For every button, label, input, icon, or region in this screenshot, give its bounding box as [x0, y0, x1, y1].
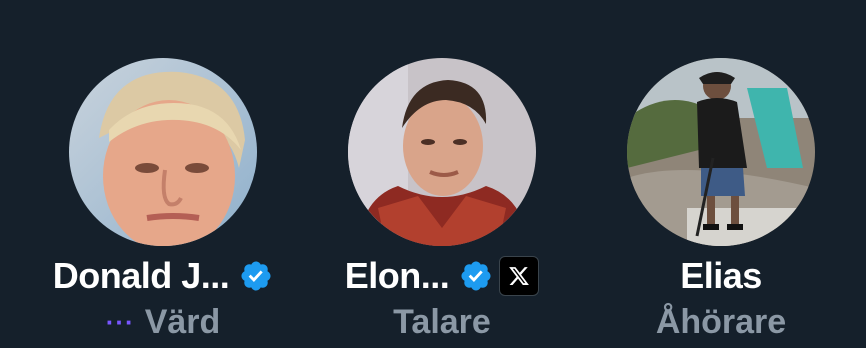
participant-role: Åhörare	[655, 302, 787, 341]
participant-name: Elias	[680, 255, 762, 296]
participant-name: Donald J...	[52, 255, 230, 296]
spaces-participants: Donald J... ··· Värd Elon... Talare Elia…	[0, 0, 866, 348]
participant-speaker[interactable]: Elon... Talare	[302, 0, 582, 348]
avatar-photo	[69, 58, 257, 246]
role-row: Åhörare	[581, 300, 861, 344]
avatar[interactable]	[627, 58, 815, 246]
speaking-indicator-icon: ···	[105, 306, 135, 337]
participant-host[interactable]: Donald J... ··· Värd	[23, 0, 303, 348]
participant-listener[interactable]: Elias Åhörare	[581, 0, 861, 348]
participant-role: Talare	[393, 302, 491, 341]
avatar[interactable]	[69, 58, 257, 246]
name-row: Elon...	[302, 254, 582, 298]
verified-badge-icon	[461, 261, 491, 291]
verified-badge-icon	[241, 261, 271, 291]
participant-name: Elon...	[344, 255, 450, 296]
name-row: Donald J...	[23, 254, 303, 298]
participant-role: Värd	[144, 302, 221, 341]
avatar-photo	[627, 58, 815, 246]
avatar[interactable]	[348, 58, 536, 246]
x-logo-icon	[499, 256, 540, 296]
role-row: Talare	[302, 300, 582, 344]
avatar-photo	[348, 58, 536, 246]
role-row: ··· Värd	[23, 300, 303, 344]
name-row: Elias	[581, 254, 861, 298]
